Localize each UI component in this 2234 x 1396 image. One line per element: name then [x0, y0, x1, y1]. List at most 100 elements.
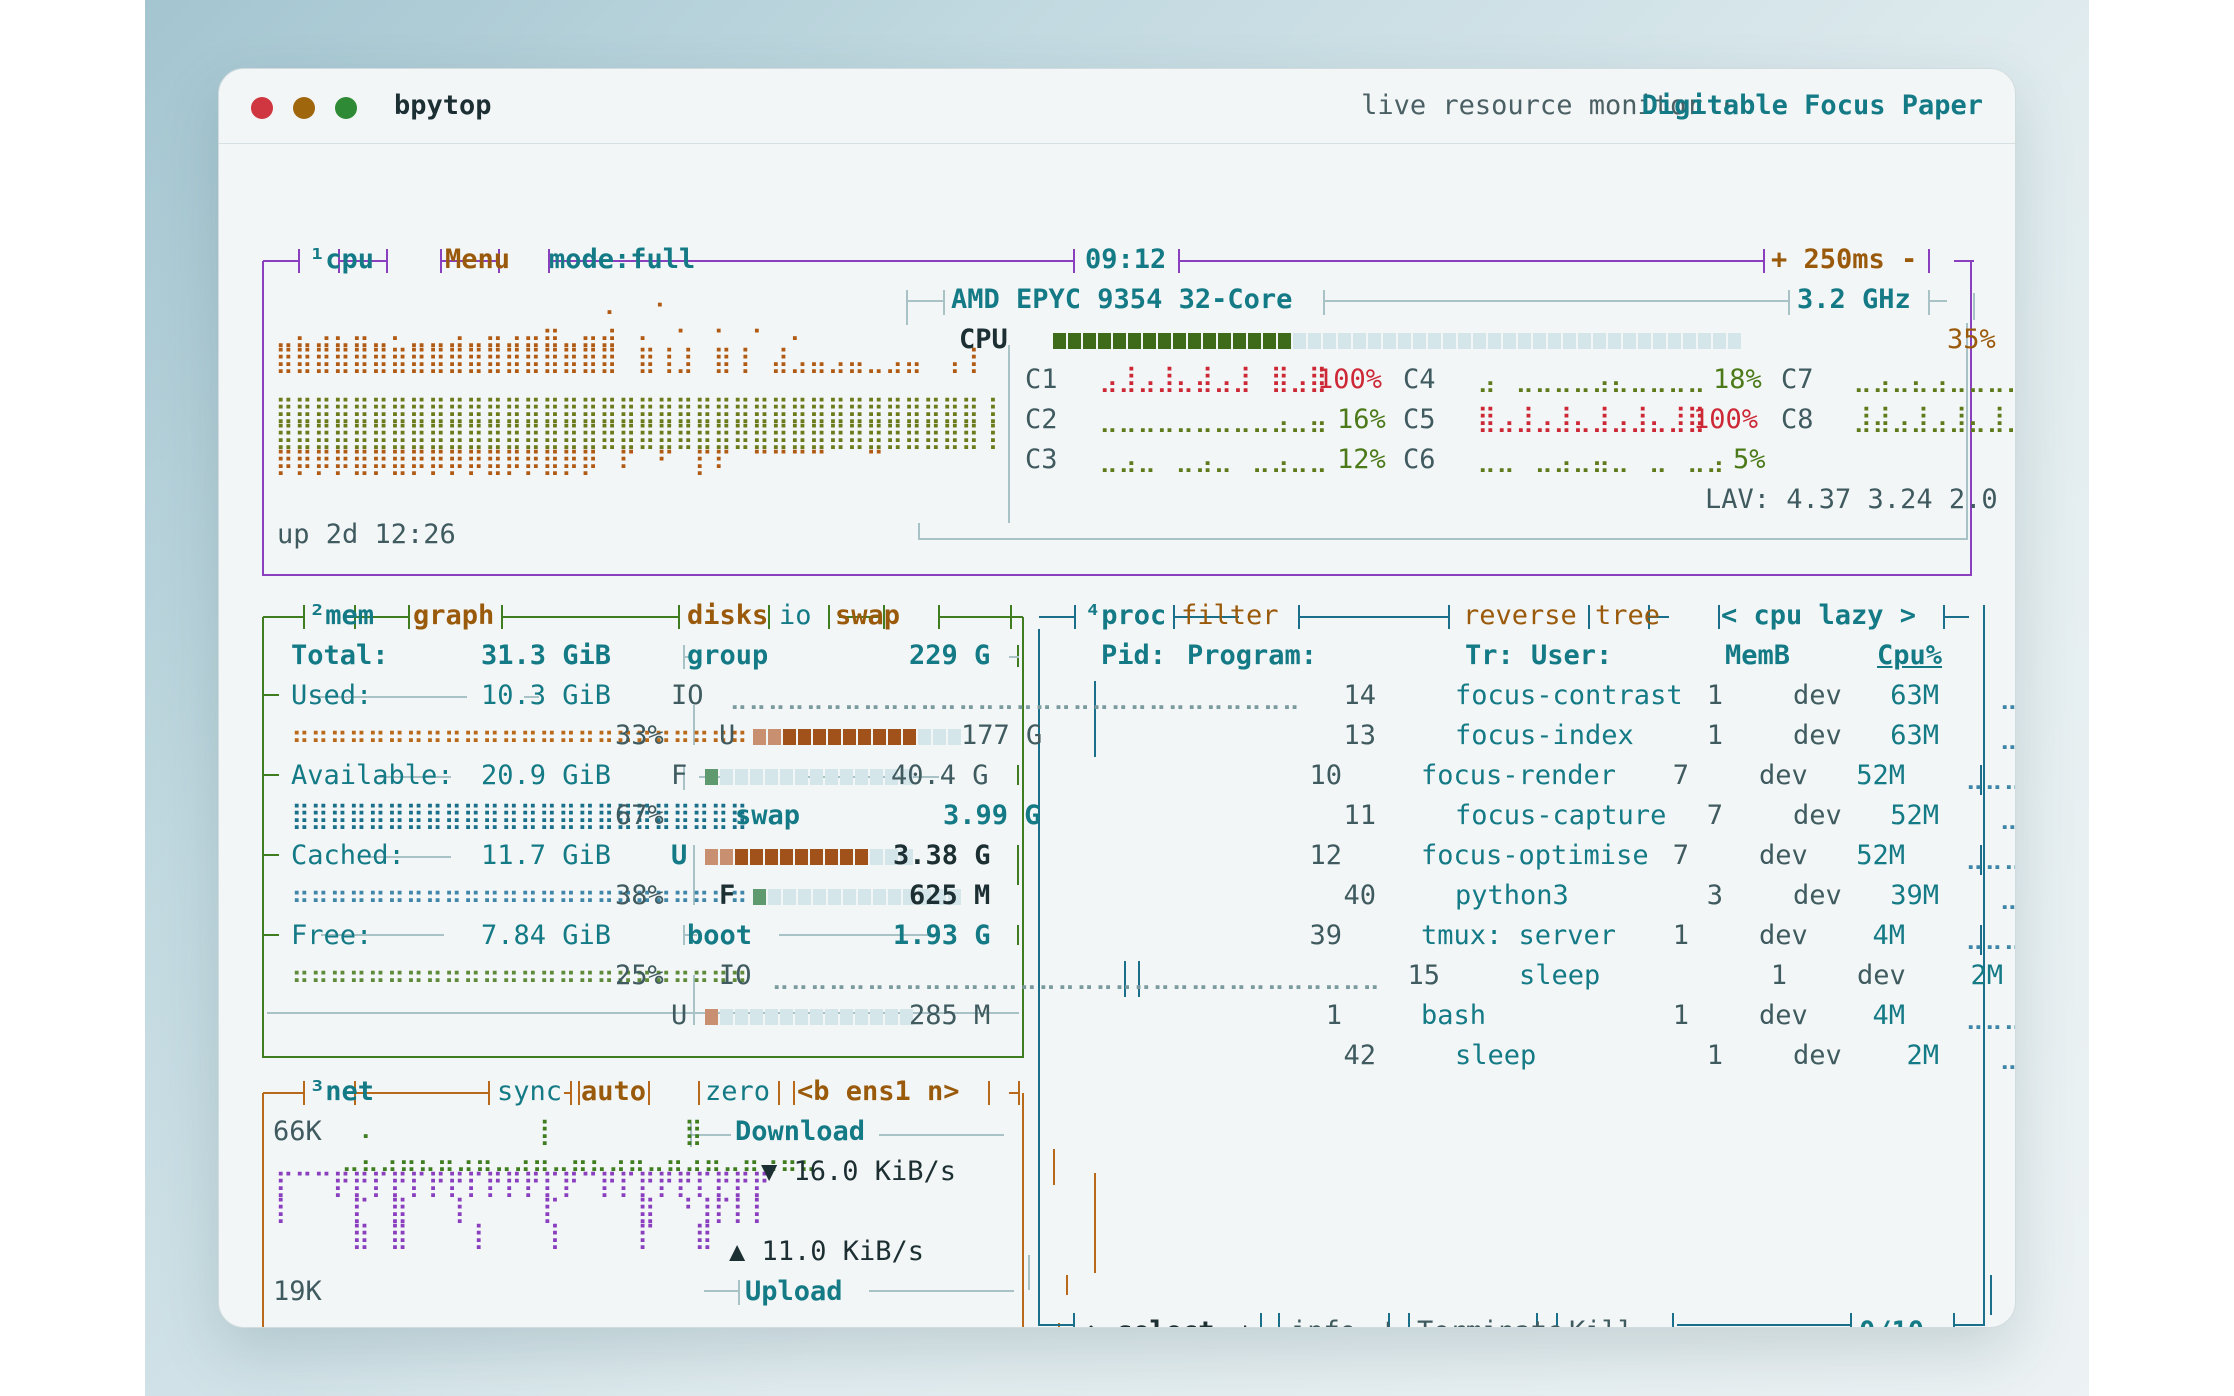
meter-cell — [1098, 333, 1111, 349]
core-c2-graph: ⣀⣀⣀⣀⣀⣀⣀⣀⣀⣠⣀⣤ — [1099, 404, 1328, 434]
core-c6-label: C6 — [1403, 444, 1436, 475]
disks-tab[interactable]: disks — [687, 600, 768, 632]
terminal-window: bpytop live resource monitor · Digitable… — [218, 68, 2016, 1328]
graph-toggle[interactable]: graph — [413, 600, 494, 632]
update-interval[interactable]: + 250ms - — [1771, 244, 1917, 276]
tree-toggle[interactable]: tree — [1595, 600, 1660, 632]
mem-free-value: 7.84 GiB — [481, 920, 612, 951]
zero-toggle[interactable]: zero — [705, 1076, 770, 1108]
auto-toggle[interactable]: auto — [581, 1076, 646, 1108]
meter-cell — [1533, 333, 1546, 349]
cpu-model: AMD EPYC 9354 32-Core — [951, 284, 1293, 315]
meter-cell — [1698, 333, 1711, 349]
meter-cell — [855, 1009, 868, 1025]
meter-cell — [1308, 333, 1321, 349]
close-button[interactable] — [251, 97, 273, 119]
theme-name: Digitable Focus Paper — [1641, 90, 1983, 121]
io-toggle[interactable]: io — [779, 600, 812, 632]
boot-io-label: IO — [719, 960, 752, 991]
meter-cell — [795, 769, 808, 785]
header-cpu[interactable]: Cpu% — [1877, 640, 1942, 672]
header-pid[interactable]: Pid: — [1101, 640, 1166, 672]
load-average: LAV: 4.37 3.24 2.0 — [1705, 484, 1998, 515]
mode-toggle[interactable]: mode:full — [549, 244, 695, 276]
meter-cell — [750, 849, 763, 865]
minimize-button[interactable] — [293, 97, 315, 119]
meter-cell — [918, 729, 931, 745]
disk-free-label: F — [671, 760, 688, 791]
meter-cell — [1158, 333, 1171, 349]
maximize-button[interactable] — [335, 97, 357, 119]
terminate-button[interactable]: Terminate — [1417, 1316, 1563, 1327]
row-memory: 52M — [1856, 840, 1905, 871]
meter-cell — [843, 889, 856, 905]
boot-used-label: U — [671, 1000, 688, 1031]
row-threads: 7 — [1672, 760, 1689, 791]
meter-cell — [1518, 333, 1531, 349]
core-c3-label: C3 — [1025, 444, 1058, 475]
sync-toggle[interactable]: sync — [497, 1076, 562, 1108]
meter-cell — [1608, 333, 1621, 349]
meter-cell — [1278, 333, 1291, 349]
core-c3-percent: 12% — [1337, 444, 1386, 475]
meter-cell — [840, 769, 853, 785]
swap-toggle[interactable]: swap — [835, 600, 900, 632]
row-memory: 2M — [1970, 960, 2003, 991]
kill-button[interactable]: Kill — [1569, 1316, 1634, 1327]
meter-cell — [813, 729, 826, 745]
filter-input[interactable]: filter — [1181, 600, 1279, 632]
meter-cell — [828, 729, 841, 745]
meter-cell — [825, 849, 838, 865]
mem-used-meter: ⠶⠶⠶⠶⠶⠶⠶⠶⠶⠶⠶⠶⠶⠶⠶⠶⠶⠶⠶⠶⠶⠶⠶⠶ — [291, 721, 749, 751]
row-pid: 14 — [1343, 680, 1376, 711]
meter-cell — [870, 849, 883, 865]
meter-cell — [705, 849, 718, 865]
meter-cell — [870, 1009, 883, 1025]
header-threads[interactable]: Tr: — [1465, 640, 1514, 672]
meter-cell — [840, 1009, 853, 1025]
menu-button[interactable]: Menu — [445, 244, 510, 276]
meter-cell — [765, 849, 778, 865]
net-tab[interactable]: ³net — [309, 1076, 374, 1108]
sort-selector[interactable]: < cpu lazy > — [1721, 600, 1916, 632]
meter-cell — [795, 1009, 808, 1025]
meter-cell — [1218, 333, 1231, 349]
meter-cell — [1128, 333, 1141, 349]
meter-cell — [1548, 333, 1561, 349]
mem-cached-label: Cached: — [291, 840, 405, 871]
mem-tab[interactable]: ²mem — [309, 600, 374, 632]
select-button[interactable]: select — [1117, 1316, 1215, 1327]
mem-free-label: Free: — [291, 920, 373, 951]
header-program[interactable]: Program: — [1187, 640, 1317, 672]
mem-cached-meter: ⠶⠶⠶⠶⠶⠶⠶⠶⠶⠶⠶⠶⠶⠶⠶⠶⠶⠶⠶⠶⠶⠶⠶⠶ — [291, 881, 749, 911]
row-user: dev — [1759, 1000, 1808, 1031]
cpu-graph: ⠄ ⠂ ⣀⣄⣠⣄⣤⣀⠄⣀⣀⣠⣀⣤⣠⣤⣶⣀⣤⣴⠀⠄⠀⠂⠀⠂⠀⠂⠀⠄ ⣿⣿⣿⣿⣿⣿⣿… — [275, 293, 980, 375]
upload-graph: ⡏⠉⠉⡟⡟⡏⡟⡏⡟⡟⡏⡟⡟⡟⡏⡟⠉⡟⡏⡟⡟⡟⡏⡟⡟⡟ ⡇⠀⠀⠀⡏⠀⣿⠀⠀⢸⠀⠀⠀… — [275, 1169, 771, 1251]
core-c5-graph: ⣿⣠⣸⣠⣸⣄⣸⣠⣸⣄⣸⣿ — [1477, 404, 1706, 434]
row-program: sleep — [1519, 960, 1601, 991]
header-user[interactable]: User: — [1531, 640, 1612, 672]
reverse-toggle[interactable]: reverse — [1463, 600, 1577, 632]
mem-available-percent: 67% — [615, 800, 664, 831]
row-threads: 1 — [1672, 1000, 1689, 1031]
meter-cell — [1653, 333, 1666, 349]
proc-tab[interactable]: ⁴proc — [1085, 600, 1166, 632]
mem-available-meter: ⣿⣿⣿⣿⣿⣿⣿⣿⣿⣿⣿⣿⣿⣿⣿⣿⣿⣿⣿⣿⣿⣿⣿⣿ — [291, 801, 749, 831]
upload-rate: ▲ 11.0 KiB/s — [729, 1236, 925, 1267]
header-memb[interactable]: MemB — [1725, 640, 1790, 672]
meter-cell — [780, 1009, 793, 1025]
boot-used-value: 285 M — [909, 1000, 991, 1031]
cpu-tab[interactable]: ¹cpu — [309, 244, 374, 276]
row-pid: 15 — [1407, 960, 1440, 991]
info-button[interactable]: info — [1291, 1316, 1356, 1327]
swap-size: 3.99 G — [943, 800, 1041, 831]
meter-cell — [1623, 333, 1636, 349]
interface-selector[interactable]: <b ens1 n> — [797, 1076, 960, 1108]
disk-group-size: 229 G — [909, 640, 991, 671]
meter-cell — [750, 1009, 763, 1025]
meter-cell — [765, 1009, 778, 1025]
row-user: dev — [1793, 720, 1842, 751]
meter-cell — [1203, 333, 1216, 349]
core-c4-graph: ⣠⠀⣀⣀⣀⣀⣠⣄⣀⣀⣀⣀ — [1477, 364, 1706, 394]
row-threads: 1 — [1706, 1040, 1723, 1071]
